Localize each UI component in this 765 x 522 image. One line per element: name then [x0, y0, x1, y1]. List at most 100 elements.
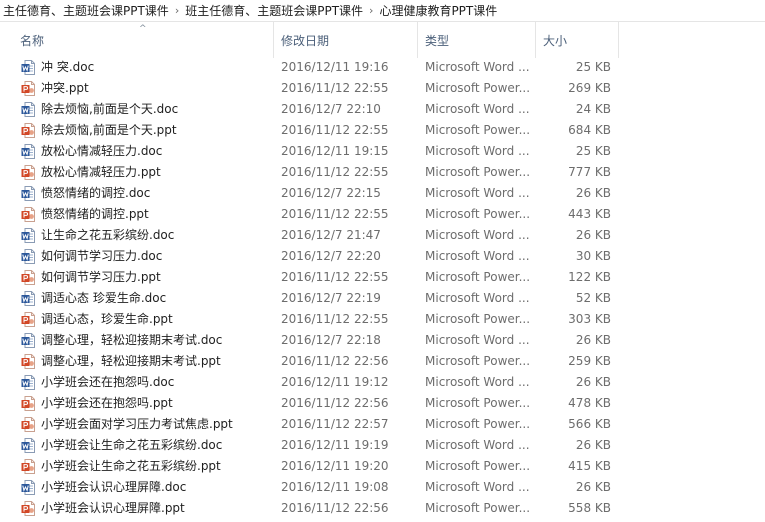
file-name: 冲突.ppt — [41, 81, 89, 95]
file-modified-date: 2016/11/12 22:55 — [281, 123, 389, 137]
file-row[interactable]: 冲突.ppt 2016/11/12 22:55 Microsoft Power...… — [0, 78, 765, 99]
column-header-size-label: 大小 — [543, 33, 568, 48]
column-header-type[interactable]: 类型 — [418, 22, 536, 58]
file-type: Microsoft Word ... — [425, 291, 530, 305]
file-row[interactable]: 调适心态，珍爱生命.ppt 2016/11/12 22:55 Microsoft P… — [0, 309, 765, 330]
file-type: Microsoft Power... — [425, 123, 531, 137]
breadcrumb-item[interactable]: 主任德育、主题班会课PPT课件 — [0, 1, 172, 21]
file-name: 调适心态 珍爱生命.doc — [41, 291, 167, 305]
file-name: 调适心态，珍爱生命.ppt — [41, 312, 173, 326]
column-header-size[interactable]: 大小 — [536, 22, 619, 58]
file-row[interactable]: 小学班会认识心理屏障.doc 2016/12/11 19:08 Microsoft … — [0, 477, 765, 498]
file-row[interactable]: 除去烦恼,前面是个天.doc 2016/12/7 22:10 Microsoft W… — [0, 99, 765, 120]
file-type: Microsoft Word ... — [425, 186, 530, 200]
file-type: Microsoft Power... — [425, 396, 531, 410]
file-name: 愤怒情绪的调控.doc — [41, 186, 151, 200]
file-row[interactable]: 小学班会让生命之花五彩缤纷.doc 2016/12/11 19:19 Microso… — [0, 435, 765, 456]
powerpoint-document-icon — [21, 123, 35, 138]
file-type: Microsoft Word ... — [425, 144, 530, 158]
file-modified-date: 2016/12/11 19:12 — [281, 375, 389, 389]
file-name: 如何调节学习压力.doc — [41, 249, 163, 263]
file-name: 愤怒情绪的调控.ppt — [41, 207, 149, 221]
word-document-icon — [21, 249, 35, 264]
file-size: 26 KB — [575, 375, 611, 389]
file-type: Microsoft Word ... — [425, 333, 530, 347]
word-document-icon — [21, 333, 35, 348]
powerpoint-document-icon — [21, 417, 35, 432]
word-document-icon — [21, 102, 35, 117]
file-row[interactable]: 调适心态 珍爱生命.doc 2016/12/7 22:19 Microsoft Wo… — [0, 288, 765, 309]
file-modified-date: 2016/11/12 22:55 — [281, 270, 389, 284]
file-size: 30 KB — [575, 249, 611, 263]
file-row[interactable]: 小学班会面对学习压力考试焦虑.ppt 2016/11/12 22:57 Micros… — [0, 414, 765, 435]
file-type: Microsoft Word ... — [425, 228, 530, 242]
column-header-type-label: 类型 — [425, 33, 450, 48]
file-row[interactable]: 愤怒情绪的调控.doc 2016/12/7 22:15 Microsoft Word… — [0, 183, 765, 204]
file-size: 26 KB — [575, 228, 611, 242]
file-type: Microsoft Power... — [425, 312, 531, 326]
file-size: 303 KB — [568, 312, 611, 326]
chevron-right-icon[interactable]: › — [172, 1, 182, 21]
file-name: 小学班会让生命之花五彩缤纷.ppt — [41, 459, 221, 473]
file-row[interactable]: 放松心情减轻压力.doc 2016/12/11 19:15 Microsoft Wo… — [0, 141, 765, 162]
file-row[interactable]: 小学班会还在抱怨吗.ppt 2016/11/12 22:56 Microsoft P… — [0, 393, 765, 414]
file-name: 小学班会还在抱怨吗.doc — [41, 375, 175, 389]
file-row[interactable]: 小学班会让生命之花五彩缤纷.ppt 2016/12/11 19:20 Microso… — [0, 456, 765, 477]
file-name: 放松心情减轻压力.doc — [41, 144, 163, 158]
file-size: 684 KB — [568, 123, 611, 137]
file-row[interactable]: 小学班会还在抱怨吗.doc 2016/12/11 19:12 Microsoft W… — [0, 372, 765, 393]
file-size: 269 KB — [568, 81, 611, 95]
file-name: 除去烦恼,前面是个天.doc — [41, 102, 179, 116]
chevron-right-icon[interactable]: › — [366, 1, 376, 21]
file-type: Microsoft Word ... — [425, 60, 530, 74]
word-document-icon — [21, 228, 35, 243]
file-row[interactable]: 调整心理，轻松迎接期末考试.doc 2016/12/7 22:18 Microsof… — [0, 330, 765, 351]
file-size: 122 KB — [568, 270, 611, 284]
file-size: 415 KB — [568, 459, 611, 473]
powerpoint-document-icon — [21, 396, 35, 411]
file-size: 26 KB — [575, 186, 611, 200]
file-size: 443 KB — [568, 207, 611, 221]
word-document-icon — [21, 186, 35, 201]
file-row[interactable]: 愤怒情绪的调控.ppt 2016/11/12 22:55 Microsoft Pow… — [0, 204, 765, 225]
file-modified-date: 2016/11/12 22:56 — [281, 396, 389, 410]
file-name: 放松心情减轻压力.ppt — [41, 165, 161, 179]
file-modified-date: 2016/12/7 22:19 — [281, 291, 381, 305]
file-row[interactable]: 小学班会认识心理屏障.ppt 2016/11/12 22:56 Microsoft … — [0, 498, 765, 519]
column-header-name[interactable]: ^ 名称 — [0, 22, 274, 58]
file-modified-date: 2016/12/11 19:19 — [281, 438, 389, 452]
column-header-date[interactable]: 修改日期 — [274, 22, 418, 58]
file-name: 小学班会让生命之花五彩缤纷.doc — [41, 438, 223, 452]
file-modified-date: 2016/12/7 21:47 — [281, 228, 381, 242]
breadcrumb-item[interactable]: 班主任德育、主题班会课PPT课件 — [182, 1, 366, 21]
file-type: Microsoft Word ... — [425, 375, 530, 389]
file-row[interactable]: 调整心理，轻松迎接期末考试.ppt 2016/11/12 22:56 Microso… — [0, 351, 765, 372]
file-name: 小学班会认识心理屏障.ppt — [41, 501, 185, 515]
column-header-row: ^ 名称 修改日期 类型 大小 — [0, 22, 765, 58]
file-size: 26 KB — [575, 333, 611, 347]
column-header-date-label: 修改日期 — [281, 33, 330, 48]
file-size: 566 KB — [568, 417, 611, 431]
file-type: Microsoft Power... — [425, 207, 531, 221]
file-row[interactable]: 冲 突.doc 2016/12/11 19:16 Microsoft Word ..… — [0, 57, 765, 78]
file-modified-date: 2016/11/12 22:56 — [281, 501, 389, 515]
file-modified-date: 2016/11/12 22:56 — [281, 354, 389, 368]
file-modified-date: 2016/12/7 22:20 — [281, 249, 381, 263]
powerpoint-document-icon — [21, 81, 35, 96]
file-size: 24 KB — [575, 102, 611, 116]
breadcrumb-item[interactable]: 心理健康教育PPT课件 — [376, 1, 500, 21]
file-row[interactable]: 如何调节学习压力.ppt 2016/11/12 22:55 Microsoft Po… — [0, 267, 765, 288]
file-type: Microsoft Power... — [425, 417, 531, 431]
file-row[interactable]: 让生命之花五彩缤纷.doc 2016/12/7 21:47 Microsoft Wo… — [0, 225, 765, 246]
file-row[interactable]: 放松心情减轻压力.ppt 2016/11/12 22:55 Microsoft Po… — [0, 162, 765, 183]
powerpoint-document-icon — [21, 459, 35, 474]
file-size: 25 KB — [575, 144, 611, 158]
file-list: 冲 突.doc 2016/12/11 19:16 Microsoft Word ..… — [0, 57, 765, 519]
file-modified-date: 2016/12/7 22:15 — [281, 186, 381, 200]
file-row[interactable]: 除去烦恼,前面是个天.ppt 2016/11/12 22:55 Microsoft … — [0, 120, 765, 141]
file-type: Microsoft Word ... — [425, 249, 530, 263]
file-name: 小学班会认识心理屏障.doc — [41, 480, 187, 494]
file-modified-date: 2016/12/11 19:15 — [281, 144, 389, 158]
file-type: Microsoft Power... — [425, 81, 531, 95]
file-row[interactable]: 如何调节学习压力.doc 2016/12/7 22:20 Microsoft Wor… — [0, 246, 765, 267]
